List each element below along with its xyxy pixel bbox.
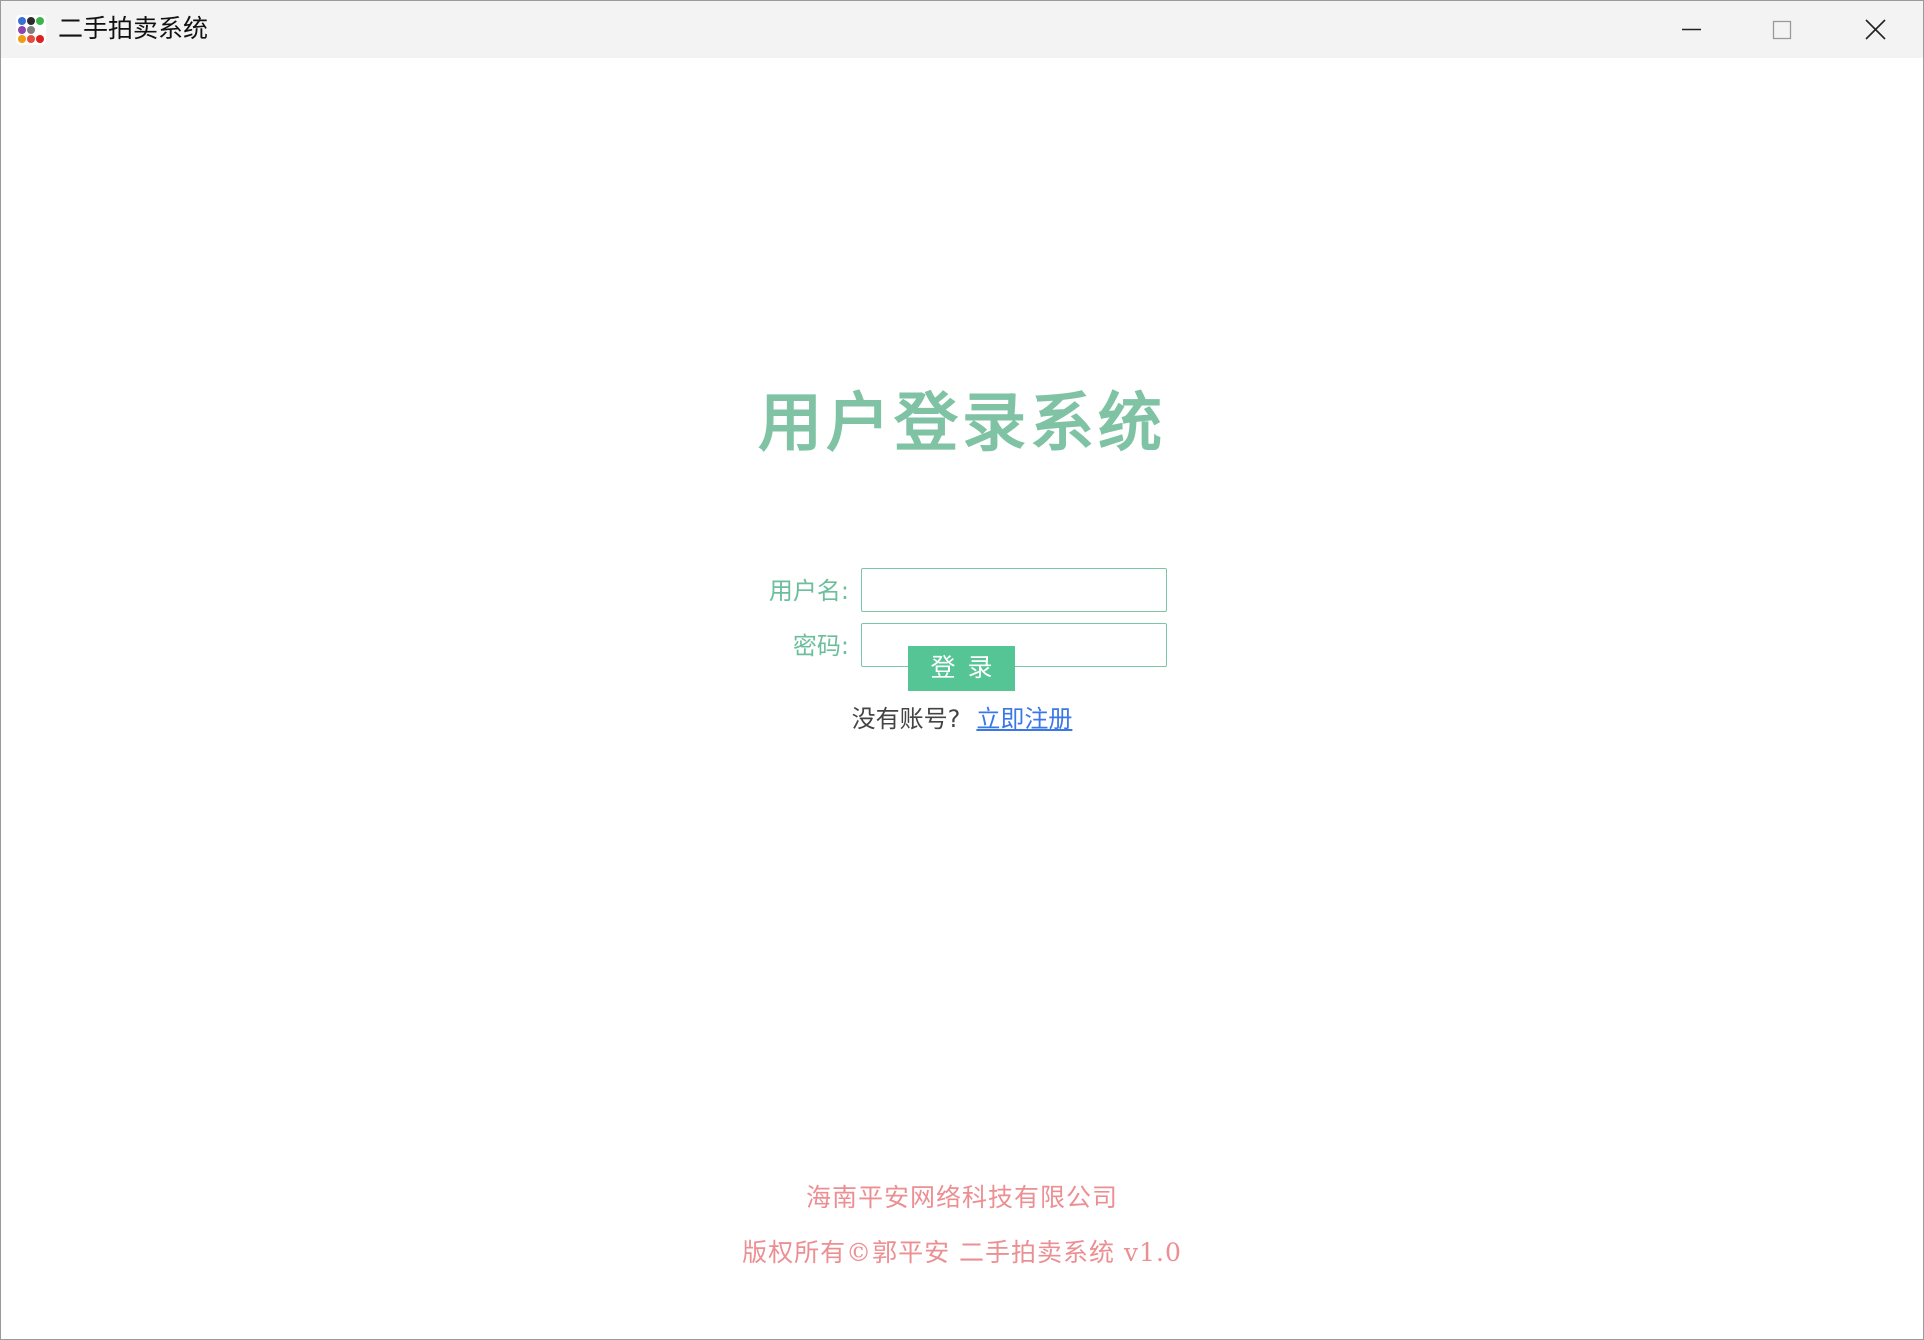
register-row: 没有账号? 立即注册 xyxy=(1,702,1923,736)
title-bar[interactable]: 二手拍卖系统 xyxy=(1,1,1923,58)
register-link[interactable]: 立即注册 xyxy=(976,705,1072,733)
window-title: 二手拍卖系统 xyxy=(58,14,209,43)
app-window: 二手拍卖系统 用户登录系统 用户名: 密码: 登录 没有账号? 立即注册 海南平安… xyxy=(0,0,1924,1340)
maximize-button[interactable] xyxy=(1737,1,1827,58)
close-button[interactable] xyxy=(1829,1,1919,58)
register-prompt: 没有账号? xyxy=(851,705,961,733)
login-page xyxy=(1,58,1923,1339)
footer-company: 海南平安网络科技有限公司 xyxy=(805,1183,1118,1212)
login-button[interactable]: 登录 xyxy=(908,646,1015,691)
username-label: 用户名: xyxy=(768,577,849,605)
password-label: 密码: xyxy=(792,632,849,660)
maximize-icon xyxy=(1772,20,1792,40)
page-title: 用户登录系统 xyxy=(758,386,1166,461)
minimize-icon xyxy=(1682,28,1701,31)
minimize-button[interactable] xyxy=(1646,1,1736,58)
footer-copyright: 版权所有©郭平安 二手拍卖系统 v1.0 xyxy=(742,1238,1182,1267)
close-icon xyxy=(1865,19,1886,40)
app-grid-icon xyxy=(16,15,46,45)
username-field[interactable] xyxy=(861,568,1167,612)
